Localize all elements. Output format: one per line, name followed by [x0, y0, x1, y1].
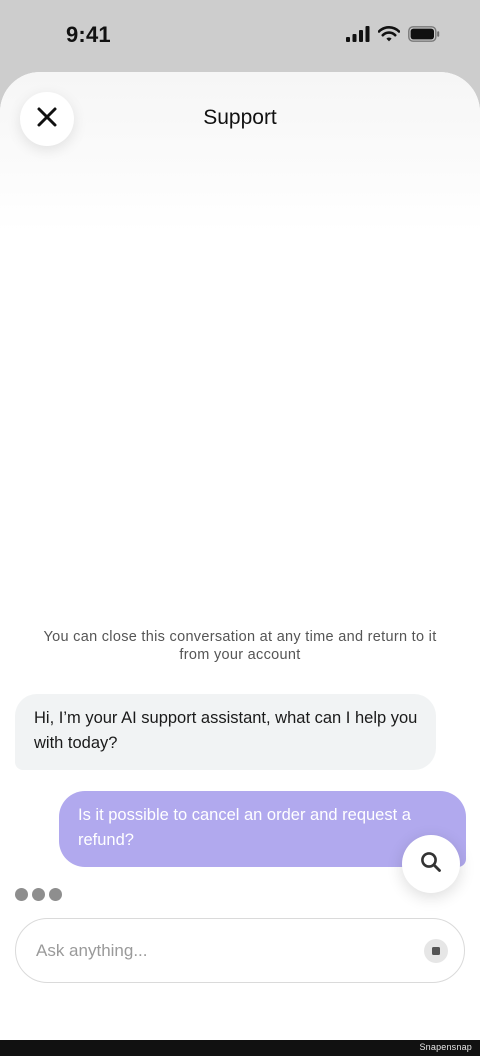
- message-composer: [15, 918, 465, 983]
- search-button[interactable]: [402, 835, 460, 893]
- sheet-header: [0, 72, 480, 232]
- stop-button[interactable]: [424, 939, 448, 963]
- screen: 9:41 Support You can close this conversa…: [0, 0, 480, 1056]
- footer-bar: Snapensnap: [0, 1040, 480, 1056]
- typing-dot: [15, 888, 28, 901]
- message-input[interactable]: [36, 919, 406, 982]
- typing-dot: [32, 888, 45, 901]
- typing-dot: [49, 888, 62, 901]
- status-time: 9:41: [66, 22, 111, 47]
- search-icon: [420, 851, 442, 878]
- status-icons: [346, 26, 440, 42]
- status-bar: 9:41: [0, 0, 480, 72]
- support-sheet: Support You can close this conversation …: [0, 72, 480, 1040]
- typing-indicator: [15, 888, 62, 901]
- cellular-signal-icon: [346, 26, 370, 42]
- battery-icon: [408, 26, 440, 42]
- page-title: Support: [203, 106, 277, 129]
- assistant-message: Hi, I’m your AI support assistant, what …: [15, 694, 436, 770]
- watermark: Snapensnap: [419, 1042, 472, 1052]
- conversation-notice: You can close this conversation at any t…: [43, 629, 437, 663]
- stop-icon: [432, 947, 440, 955]
- wifi-icon: [378, 26, 400, 42]
